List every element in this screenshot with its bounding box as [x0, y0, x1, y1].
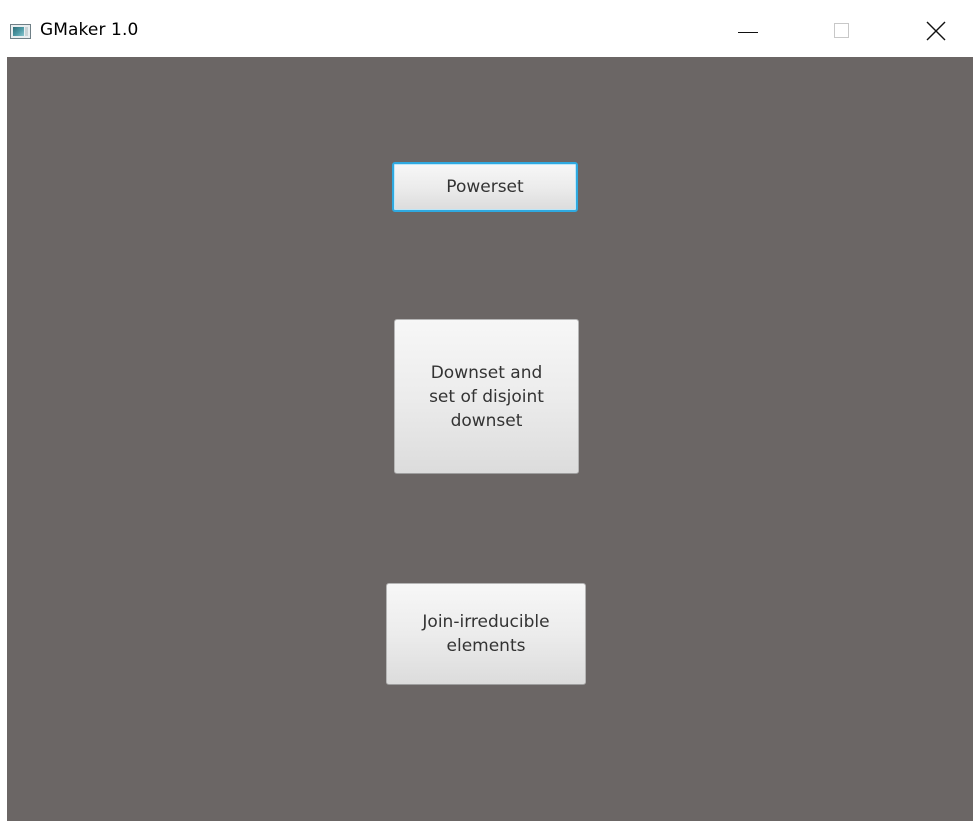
minimize-icon — [738, 32, 758, 33]
main-content: Powerset Downset and set of disjoint dow… — [7, 57, 973, 821]
close-button[interactable] — [914, 0, 960, 57]
title-bar[interactable]: GMaker 1.0 — [0, 0, 973, 57]
maximize-button[interactable] — [818, 0, 864, 57]
app-window: GMaker 1.0 Powerset Downset and set of d… — [0, 0, 973, 821]
window-title: GMaker 1.0 — [40, 20, 139, 40]
powerset-button[interactable]: Powerset — [392, 162, 578, 212]
close-icon — [926, 21, 946, 41]
maximize-icon — [834, 23, 849, 38]
join-irreducible-button[interactable]: Join-irreducible elements — [386, 583, 586, 685]
app-icon — [10, 24, 31, 39]
minimize-button[interactable] — [726, 0, 772, 57]
downset-button[interactable]: Downset and set of disjoint downset — [394, 319, 579, 474]
